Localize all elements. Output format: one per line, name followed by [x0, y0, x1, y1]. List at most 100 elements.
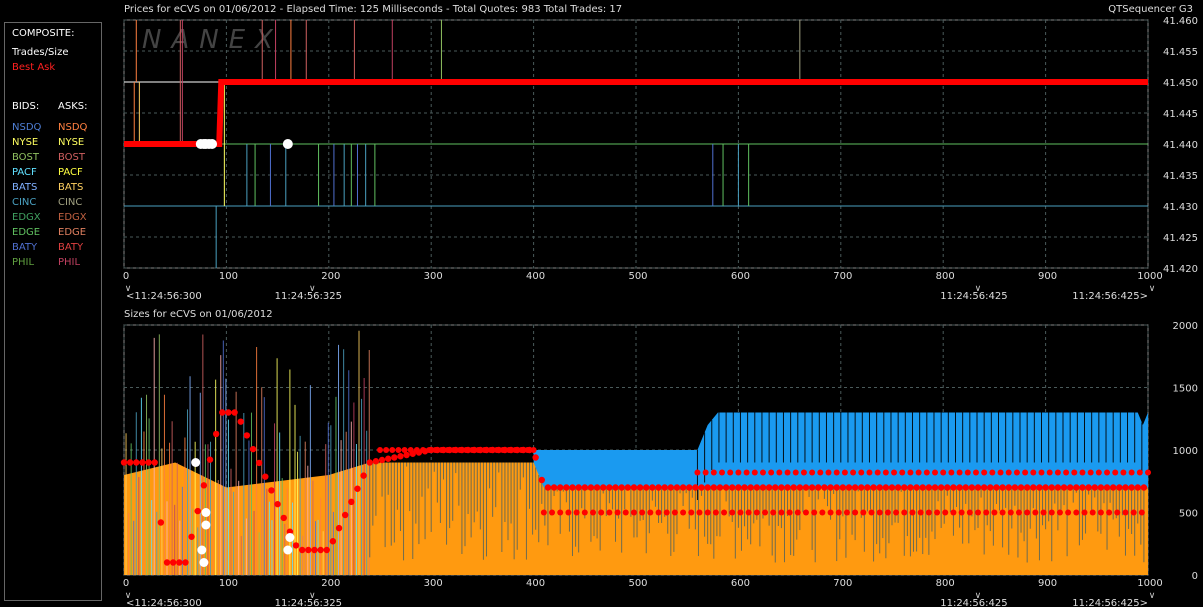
best-ask-size-marker [937, 484, 945, 491]
price-y-tick-label: 41.445 [1163, 109, 1198, 120]
best-ask-size-marker [1097, 484, 1105, 491]
best-ask-size-marker [292, 542, 300, 549]
best-ask-size-marker [956, 469, 963, 476]
best-ask-size-marker [569, 484, 576, 491]
best-ask-size-marker [974, 484, 982, 491]
best-ask-size-marker [944, 484, 951, 491]
size-x-tick-label: 800 [936, 578, 955, 589]
best-ask-size-marker [133, 459, 140, 466]
best-ask-size-marker [1087, 469, 1094, 476]
best-ask-size-marker [1032, 509, 1039, 516]
price-y-tick-label: 41.460 [1163, 16, 1198, 27]
best-ask-size-marker [1109, 484, 1117, 491]
best-ask-size-marker [438, 447, 445, 453]
best-ask-size-marker [753, 509, 760, 516]
best-ask-size-marker [991, 509, 998, 516]
best-ask-size-marker [1056, 509, 1063, 516]
best-ask-size-marker [1140, 484, 1148, 491]
best-ask-size-marker [1122, 484, 1129, 491]
price-y-tick-label: 41.420 [1163, 264, 1198, 275]
size-x-tick-label: 100 [219, 578, 238, 589]
best-ask-size-marker [630, 509, 637, 516]
trade-size-point [201, 508, 211, 517]
best-ask-size-marker [549, 509, 556, 516]
best-ask-size-marker [139, 459, 146, 466]
best-ask-size-marker [817, 469, 824, 476]
best-ask-size-marker [1060, 484, 1068, 491]
best-ask-size-marker [593, 484, 601, 491]
best-ask-size-marker [1073, 509, 1080, 516]
best-ask-size-marker [581, 484, 588, 491]
best-ask-size-marker [397, 453, 404, 460]
trade-size-point [199, 558, 209, 567]
best-ask-size-marker [589, 509, 596, 516]
best-ask-size-marker [1079, 469, 1086, 476]
chart-canvas: 0 100 200 300 400 500 600 700 800 900 100041.42041… [120, 16, 1198, 607]
best-ask-size-marker [1097, 509, 1104, 516]
best-ask-size-marker [512, 447, 519, 453]
best-ask-size-marker [323, 546, 330, 554]
best-ask-size-marker [762, 509, 769, 516]
size-x-tick-label: 300 [424, 578, 443, 589]
best-ask-size-marker [663, 509, 670, 516]
best-ask-size-marker [712, 509, 719, 516]
best-ask-size-marker [1036, 484, 1043, 491]
best-ask-size-marker [587, 484, 595, 491]
best-ask-size-marker [925, 509, 932, 516]
best-ask-size-marker [719, 469, 726, 476]
best-ask-size-marker [538, 476, 545, 484]
best-ask-size-marker [741, 484, 748, 491]
best-ask-size-marker [966, 509, 973, 516]
best-ask-size-marker [934, 509, 941, 516]
best-ask-size-marker [575, 484, 582, 491]
best-ask-size-marker [280, 514, 287, 522]
best-ask-size-marker [151, 459, 158, 466]
price-x-tick-label: 1000 [1137, 271, 1162, 282]
best-ask-size-marker [618, 484, 625, 491]
best-ask-size-marker [722, 484, 730, 491]
size-time-marker: ∨ [1149, 591, 1156, 601]
best-ask-size-marker [624, 484, 632, 491]
best-ask-size-marker [1079, 484, 1086, 491]
best-ask-size-marker [639, 509, 646, 516]
best-ask-size-marker [1046, 469, 1053, 476]
best-ask-size-marker [1130, 509, 1137, 516]
size-x-tick-label: 0 [123, 578, 129, 589]
best-ask-size-marker [305, 546, 312, 554]
best-ask-size-marker [606, 509, 613, 516]
best-ask-size-marker [870, 484, 877, 491]
best-ask-size-marker [827, 509, 834, 516]
best-ask-size-marker [680, 509, 687, 516]
best-ask-size-marker [298, 546, 306, 554]
best-ask-size-marker [876, 484, 883, 491]
best-ask-size-marker [710, 469, 717, 476]
best-ask-size-marker [341, 511, 349, 519]
best-ask-size-marker [614, 509, 621, 516]
best-ask-size-marker [667, 484, 675, 491]
best-ask-size-marker [694, 469, 701, 476]
best-ask-size-marker [888, 484, 896, 491]
best-ask-size-marker [768, 469, 775, 476]
price-x-tick-label: 100 [219, 271, 238, 282]
best-ask-size-marker [692, 484, 699, 491]
best-ask-size-marker [557, 509, 564, 516]
best-ask-size-marker [882, 484, 890, 491]
best-ask-size-marker [852, 509, 859, 516]
best-ask-size-marker [860, 509, 867, 516]
best-ask-size-marker [931, 484, 939, 491]
best-ask-size-marker [493, 447, 500, 453]
best-ask-size-marker [858, 484, 865, 491]
best-ask-size-marker [702, 469, 709, 476]
best-ask-size-marker [1138, 509, 1145, 516]
best-ask-size-marker [747, 484, 754, 491]
best-ask-size-marker [649, 484, 656, 491]
best-ask-size-marker [317, 546, 324, 554]
price-x-tick-label: 400 [526, 271, 545, 282]
best-ask-size-marker [630, 484, 638, 491]
best-ask-size-marker [891, 469, 898, 476]
best-ask-size-marker [1017, 484, 1025, 491]
size-y-tick-label: 1500 [1173, 384, 1198, 395]
price-x-tick-label: 0 [123, 271, 129, 282]
size-y-tick-label: 1000 [1173, 446, 1198, 457]
best-ask-size-marker [1024, 509, 1031, 516]
